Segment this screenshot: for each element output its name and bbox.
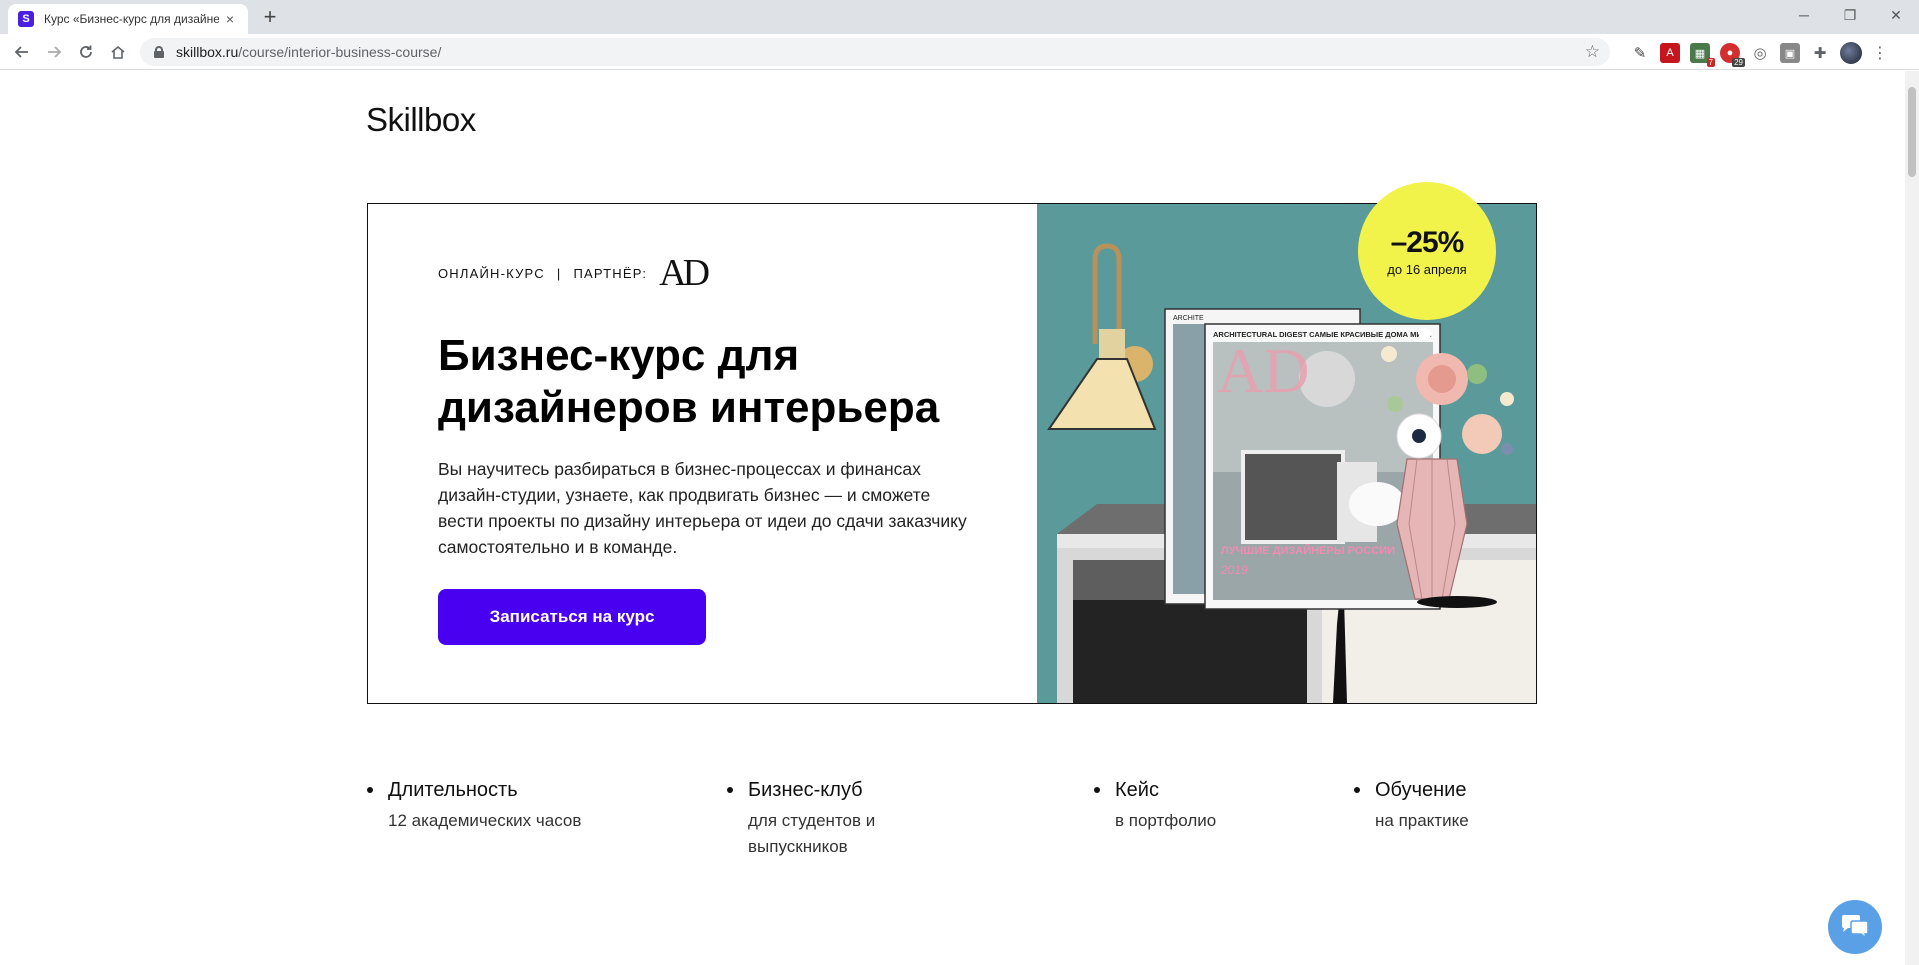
course-eyebrow: ОНЛАЙН-КУРС | ПАРТНЁР: AD bbox=[438, 252, 710, 294]
bullet-icon bbox=[1354, 787, 1360, 793]
extension-badge: 29 bbox=[1732, 58, 1745, 67]
feature-subtitle: для студентов и выпускников bbox=[748, 811, 876, 856]
feature-subtitle: в портфолио bbox=[1115, 811, 1217, 830]
tab-title: Курс «Бизнес-курс для дизайнеров интерье… bbox=[44, 12, 219, 26]
feature-duration: Длительность 12 академических часов bbox=[367, 778, 687, 834]
page-scrollbar[interactable] bbox=[1905, 71, 1919, 965]
feature-practice: Обучение на практике bbox=[1354, 778, 1554, 834]
image-extension-icon[interactable]: ▣ bbox=[1780, 43, 1800, 63]
pdf-extension-icon[interactable]: A bbox=[1660, 43, 1680, 63]
feature-subtitle: на практике bbox=[1375, 811, 1469, 830]
lock-icon[interactable] bbox=[154, 46, 164, 58]
browser-tab[interactable]: S Курс «Бизнес-курс для дизайнеров интер… bbox=[8, 4, 248, 34]
discount-value: –25% bbox=[1390, 225, 1465, 259]
feature-business-club: Бизнес-клуб для студентов и выпускников bbox=[727, 778, 927, 860]
extension-badge: 7 bbox=[1706, 58, 1715, 67]
magazine-ad-logo: AD bbox=[1217, 335, 1309, 406]
page-title: Бизнес-курс для дизайнеров интерьера bbox=[438, 331, 940, 432]
partner-label: ПАРТНЁР: bbox=[573, 265, 648, 281]
sideboard-inner bbox=[1073, 600, 1307, 703]
peony-flower bbox=[1462, 414, 1502, 454]
url-host: skillbox.ru bbox=[176, 44, 239, 60]
bullet-icon bbox=[1094, 787, 1100, 793]
extensions-bar: ✎ A ▦ 7 ● 29 ◎ ▣ ✚ ⋮ bbox=[1630, 42, 1888, 67]
bullet-icon bbox=[727, 787, 733, 793]
feature-case: Кейс в портфолио bbox=[1094, 778, 1314, 834]
magazine-cover-headline: ЛУЧШИЕ ДИЗАЙНЕРЫ РОССИИ bbox=[1221, 544, 1395, 557]
skillbox-logo[interactable]: Skillbox bbox=[366, 101, 476, 139]
address-bar[interactable]: skillbox.ru/course/interior-business-cou… bbox=[140, 38, 1610, 66]
tab-close-icon[interactable]: × bbox=[222, 11, 238, 27]
window-controls: ─ ❐ ✕ bbox=[1781, 0, 1919, 30]
feature-title: Длительность bbox=[388, 779, 518, 801]
vpn-icon[interactable]: ◎ bbox=[1750, 43, 1770, 63]
ad-partner-logo: AD bbox=[659, 252, 710, 294]
tab-strip: S Курс «Бизнес-курс для дизайнеров интер… bbox=[0, 0, 1919, 34]
menu-icon[interactable]: ⋮ bbox=[1872, 43, 1888, 63]
restore-icon[interactable]: ❐ bbox=[1827, 0, 1873, 30]
browser-toolbar: skillbox.ru/course/interior-business-cou… bbox=[0, 34, 1919, 70]
eyebrow-separator: | bbox=[556, 265, 562, 281]
feature-subtitle: 12 академических часов bbox=[388, 811, 582, 830]
profile-avatar[interactable] bbox=[1840, 42, 1862, 64]
scrollbar-thumb[interactable] bbox=[1908, 87, 1916, 177]
url-path: /course/interior-business-course/ bbox=[238, 44, 442, 60]
feature-title: Кейс bbox=[1115, 779, 1159, 801]
hero-text-panel: ОНЛАЙН-КУРС | ПАРТНЁР: AD Бизнес-курс дл… bbox=[368, 204, 1038, 703]
lamp-stem bbox=[1092, 243, 1122, 329]
course-description: Вы научитесь разбираться в бизнес-процес… bbox=[438, 459, 967, 557]
enroll-button[interactable]: Записаться на курс bbox=[438, 589, 706, 645]
home-icon[interactable] bbox=[106, 40, 130, 64]
star-icon[interactable]: ☆ bbox=[1585, 42, 1600, 62]
feature-title: Обучение bbox=[1375, 779, 1467, 801]
discount-badge: –25% до 16 апреля bbox=[1358, 182, 1496, 320]
reload-icon[interactable] bbox=[74, 40, 98, 64]
new-tab-button[interactable]: + bbox=[258, 6, 282, 30]
chat-bubbles-icon bbox=[1842, 915, 1869, 940]
magazine-back-label: ARCHITE bbox=[1173, 315, 1204, 322]
vase-shadow bbox=[1417, 596, 1497, 608]
feature-title: Бизнес-клуб bbox=[748, 779, 863, 801]
bullet-icon bbox=[367, 787, 373, 793]
discount-deadline: до 16 апреля bbox=[1387, 261, 1467, 277]
eyedropper-icon[interactable]: ✎ bbox=[1630, 43, 1650, 63]
puzzle-icon[interactable]: ✚ bbox=[1810, 43, 1830, 63]
skillbox-favicon-icon: S bbox=[18, 11, 34, 27]
page-content: Skillbox ОНЛАЙН-КУРС | ПАРТНЁР: AD Бизне… bbox=[0, 71, 1905, 965]
minimize-icon[interactable]: ─ bbox=[1781, 0, 1827, 30]
magazine-year: 2019 bbox=[1220, 563, 1248, 577]
close-window-icon[interactable]: ✕ bbox=[1873, 0, 1919, 30]
extension-icon[interactable]: ▦ 7 bbox=[1690, 43, 1715, 67]
course-type: ОНЛАЙН-КУРС bbox=[438, 265, 545, 281]
lamp-neck bbox=[1099, 329, 1125, 359]
forward-icon[interactable] bbox=[42, 40, 66, 64]
back-icon[interactable] bbox=[10, 40, 34, 64]
adblock-icon[interactable]: ● 29 bbox=[1720, 43, 1745, 67]
chat-widget-button[interactable] bbox=[1828, 900, 1882, 954]
hero-banner: ОНЛАЙН-КУРС | ПАРТНЁР: AD Бизнес-курс дл… bbox=[367, 182, 1537, 704]
